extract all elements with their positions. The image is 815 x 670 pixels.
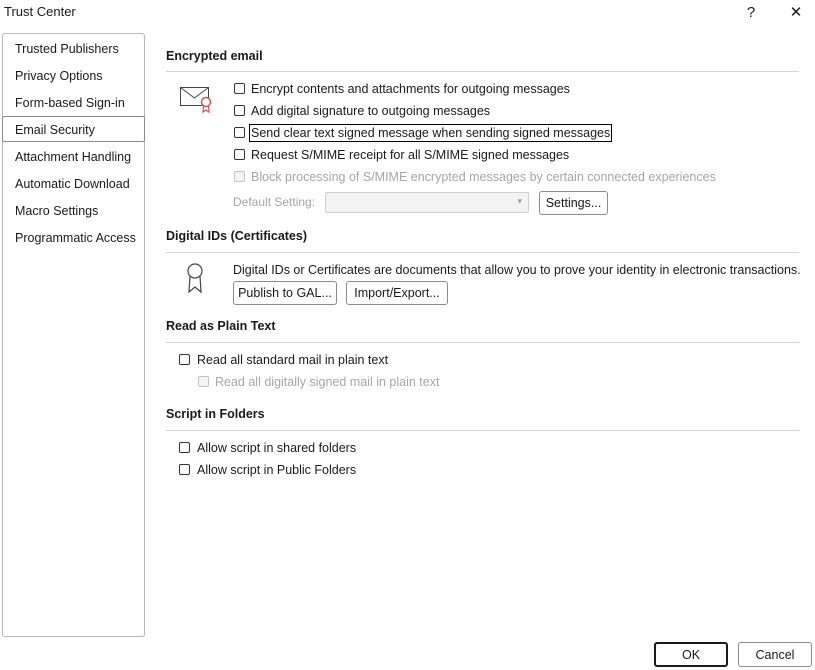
read-signed-plain-text-label: Read all digitally signed mail in plain … [215,375,440,389]
help-button[interactable]: ? [736,0,766,24]
encrypted-email-heading: Encrypted email [166,49,263,63]
plain-text-divider [166,342,799,343]
ok-button[interactable]: OK [654,642,728,667]
send-clear-text-checkbox[interactable] [234,127,245,138]
digital-ids-description: Digital IDs or Certificates are document… [233,263,801,277]
plain-text-heading: Read as Plain Text [166,319,276,333]
default-setting-label: Default Setting: [233,195,316,209]
allow-script-shared-label: Allow script in shared folders [197,441,357,455]
block-smime-processing-checkbox[interactable] [234,171,245,182]
sidebar-item-attachment-handling[interactable]: Attachment Handling [3,144,144,170]
sidebar-item-email-security[interactable]: Email Security [2,116,145,142]
allow-script-public-checkbox[interactable] [179,464,190,475]
allow-script-shared-checkbox[interactable] [179,442,190,453]
settings-button[interactable]: Settings... [539,191,608,215]
encrypt-contents-checkbox[interactable] [234,83,245,94]
digital-ids-divider [166,252,799,253]
block-smime-processing-label: Block processing of S/MIME encrypted mes… [251,170,716,184]
digital-ids-heading: Digital IDs (Certificates) [166,229,308,243]
add-digital-signature-checkbox[interactable] [234,105,245,116]
default-setting-select[interactable]: ▾ [325,192,529,213]
sidebar-item-automatic-download[interactable]: Automatic Download [3,171,144,197]
add-digital-signature-label: Add digital signature to outgoing messag… [251,104,491,118]
read-plain-text-label: Read all standard mail in plain text [197,353,389,367]
request-smime-receipt-label: Request S/MIME receipt for all S/MIME si… [251,148,570,162]
close-button[interactable]: ✕ [781,0,811,24]
envelope-certificate-icon [180,87,212,114]
cancel-button[interactable]: Cancel [738,642,812,667]
sidebar-item-macro-settings[interactable]: Macro Settings [3,198,144,224]
read-signed-plain-text-checkbox[interactable] [198,376,209,387]
sidebar-item-programmatic-access[interactable]: Programmatic Access [3,225,144,251]
sidebar-item-privacy-options[interactable]: Privacy Options [3,63,144,89]
encrypted-email-divider [166,71,799,72]
encrypt-contents-label: Encrypt contents and attachments for out… [251,82,570,96]
window-title: Trust Center [4,4,76,19]
close-icon: ✕ [789,4,803,21]
allow-script-public-label: Allow script in Public Folders [197,463,357,477]
certificate-ribbon-icon [187,263,203,294]
script-folders-divider [166,430,799,431]
send-clear-text-label: Send clear text signed message when send… [248,124,613,142]
publish-to-gal-button[interactable]: Publish to GAL... [233,281,337,305]
script-folders-heading: Script in Folders [166,407,265,421]
sidebar-item-trusted-publishers[interactable]: Trusted Publishers [3,36,144,62]
chevron-down-icon: ▾ [517,196,522,206]
import-export-button[interactable]: Import/Export... [346,281,448,305]
read-plain-text-checkbox[interactable] [179,354,190,365]
sidebar: Trusted Publishers Privacy Options Form-… [2,33,145,637]
sidebar-item-form-based-sign-in[interactable]: Form-based Sign-in [3,90,144,116]
request-smime-receipt-checkbox[interactable] [234,149,245,160]
